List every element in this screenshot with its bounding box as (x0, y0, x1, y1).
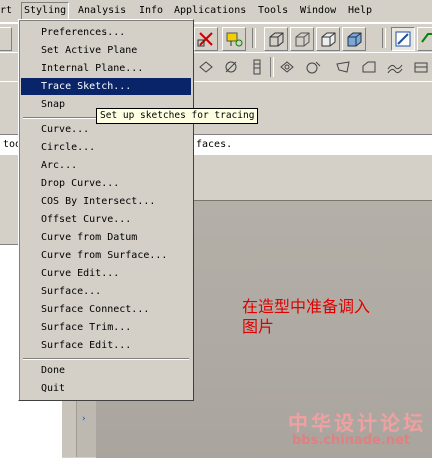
feature-shell-icon[interactable] (220, 56, 242, 78)
toolbar-separator (382, 28, 386, 48)
view-no-hidden-icon[interactable] (316, 27, 340, 51)
menu-item-surface-connect[interactable]: Surface Connect... (21, 301, 191, 318)
toolbar-button[interactable] (0, 27, 12, 51)
menu-item-trace-sketch[interactable]: Trace Sketch... (21, 78, 191, 95)
menu-item-cos-by-intersect[interactable]: COS By Intersect... (21, 193, 191, 210)
menu-item-arc[interactable]: Arc... (21, 157, 191, 174)
feature-rib-icon[interactable] (246, 56, 268, 78)
menu-styling[interactable]: Styling (21, 2, 70, 20)
toolbar-button[interactable] (0, 56, 12, 78)
menu-item-circle[interactable]: Circle... (21, 139, 191, 156)
menu-applications[interactable]: Applications (174, 4, 246, 18)
feature-blend-icon[interactable] (410, 56, 432, 78)
styling-menu: Preferences... Set Active Plane Internal… (18, 19, 194, 401)
menu-item-curve-edit[interactable]: Curve Edit... (21, 265, 191, 282)
menu-help[interactable]: Help (348, 4, 372, 18)
datum-display-icon[interactable] (222, 27, 246, 51)
menu-tools[interactable]: Tools (258, 4, 288, 18)
menu-item-set-active-plane[interactable]: Set Active Plane (21, 42, 191, 59)
menu-item-preferences[interactable]: Preferences... (21, 24, 191, 41)
annotation-line-2: 图片 (242, 317, 275, 336)
menu-item-surface-edit[interactable]: Surface Edit... (21, 337, 191, 354)
view-hidden-line-icon[interactable] (290, 27, 314, 51)
watermark-url: bbs.chinade.net (292, 433, 411, 448)
watermark-title: 中华设计论坛 (288, 411, 426, 435)
delete-feature-icon[interactable] (194, 27, 218, 51)
menu-item-curve-from-datum[interactable]: Curve from Datum (21, 229, 191, 246)
feature-sweep-icon[interactable] (384, 56, 406, 78)
forum-watermark: 中华设计论坛 bbs.chinade.net (280, 405, 432, 457)
toolbar-separator (270, 57, 274, 77)
menu-item-surface-trim[interactable]: Surface Trim... (21, 319, 191, 336)
menu-item-done[interactable]: Done (21, 362, 191, 379)
annotation-text: 在造型中准备调入 图片 (242, 297, 412, 337)
view-shaded-icon[interactable] (342, 27, 366, 51)
menu-item-drop-curve[interactable]: Drop Curve... (21, 175, 191, 192)
datum-plane-icon[interactable] (417, 27, 432, 51)
menu-separator (23, 358, 189, 360)
feature-hole-icon[interactable] (195, 56, 217, 78)
menu-info[interactable]: Info (139, 4, 163, 18)
menu-item-surface[interactable]: Surface... (21, 283, 191, 300)
feature-draft-icon[interactable] (332, 56, 354, 78)
sketch-view-icon[interactable] (391, 27, 415, 51)
menu-item-offset-curve[interactable]: Offset Curve... (21, 211, 191, 228)
message-text-right: faces. (196, 139, 233, 150)
menu-insert[interactable]: rt (0, 4, 12, 18)
annotation-line-1: 在造型中准备调入 (242, 297, 371, 316)
menu-window[interactable]: Window (300, 4, 336, 18)
feature-protrusion-icon[interactable] (358, 56, 380, 78)
menu-item-internal-plane[interactable]: Internal Plane... (21, 60, 191, 77)
view-wireframe-icon[interactable] (264, 27, 288, 51)
scroll-arrow-icon[interactable]: › (81, 414, 86, 424)
menu-item-quit[interactable]: Quit (21, 380, 191, 397)
toolbar-separator (252, 28, 256, 48)
menu-item-curve-from-surface[interactable]: Curve from Surface... (21, 247, 191, 264)
feature-chamfer-icon[interactable] (302, 56, 324, 78)
menu-analysis[interactable]: Analysis (78, 4, 126, 18)
tooltip: Set up sketches for tracing (96, 108, 259, 124)
feature-round-icon[interactable] (276, 56, 298, 78)
